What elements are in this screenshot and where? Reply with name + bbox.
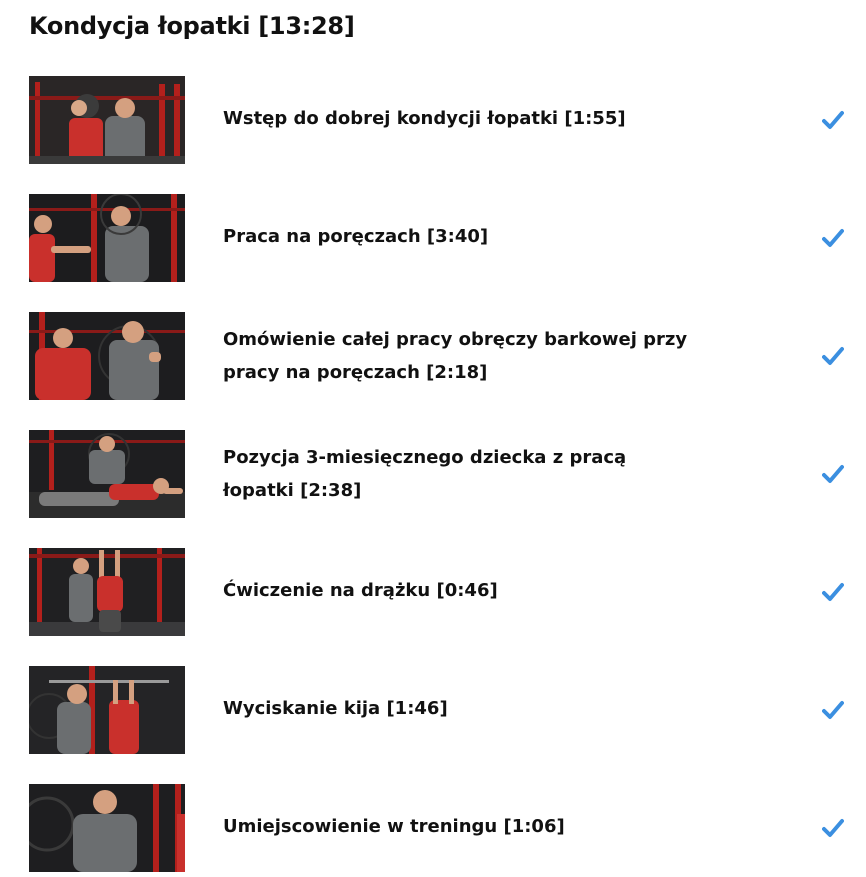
section-title: Kondycja łopatki [13:28] [29,12,355,40]
lesson-title[interactable]: Wyciskanie kija [1:46] [223,664,703,752]
check-icon [822,111,844,129]
lesson-item[interactable]: Praca na poręczach [3:40] [29,194,844,282]
check-icon [822,819,844,837]
lesson-thumbnail[interactable] [29,76,185,164]
check-icon [822,229,844,247]
lesson-title[interactable]: Omówienie całej pracy obręczy barkowej p… [223,312,703,400]
lesson-item[interactable]: Pozycja 3-miesięcznego dziecka z pracą ł… [29,430,844,518]
lesson-item[interactable]: Ćwiczenie na drążku [0:46] [29,548,844,636]
lesson-title[interactable]: Praca na poręczach [3:40] [223,192,703,280]
lesson-item[interactable]: Wyciskanie kija [1:46] [29,666,844,754]
lesson-title[interactable]: Wstęp do dobrej kondycji łopatki [1:55] [223,74,703,162]
lesson-title[interactable]: Umiejscowienie w treningu [1:06] [223,782,703,870]
lesson-thumbnail[interactable] [29,194,185,282]
lesson-thumbnail[interactable] [29,430,185,518]
check-icon [822,347,844,365]
lesson-title[interactable]: Pozycja 3-miesięcznego dziecka z pracą ł… [223,430,703,518]
check-icon [822,465,844,483]
check-icon [822,701,844,719]
lesson-item[interactable]: Umiejscowienie w treningu [1:06] [29,784,844,872]
lesson-thumbnail[interactable] [29,312,185,400]
lesson-title[interactable]: Ćwiczenie na drążku [0:46] [223,546,703,634]
lesson-thumbnail[interactable] [29,666,185,754]
lesson-item[interactable]: Omówienie całej pracy obręczy barkowej p… [29,312,844,400]
check-icon [822,583,844,601]
lesson-item[interactable]: Wstęp do dobrej kondycji łopatki [1:55] [29,76,844,164]
lesson-thumbnail[interactable] [29,548,185,636]
lesson-thumbnail[interactable] [29,784,185,872]
